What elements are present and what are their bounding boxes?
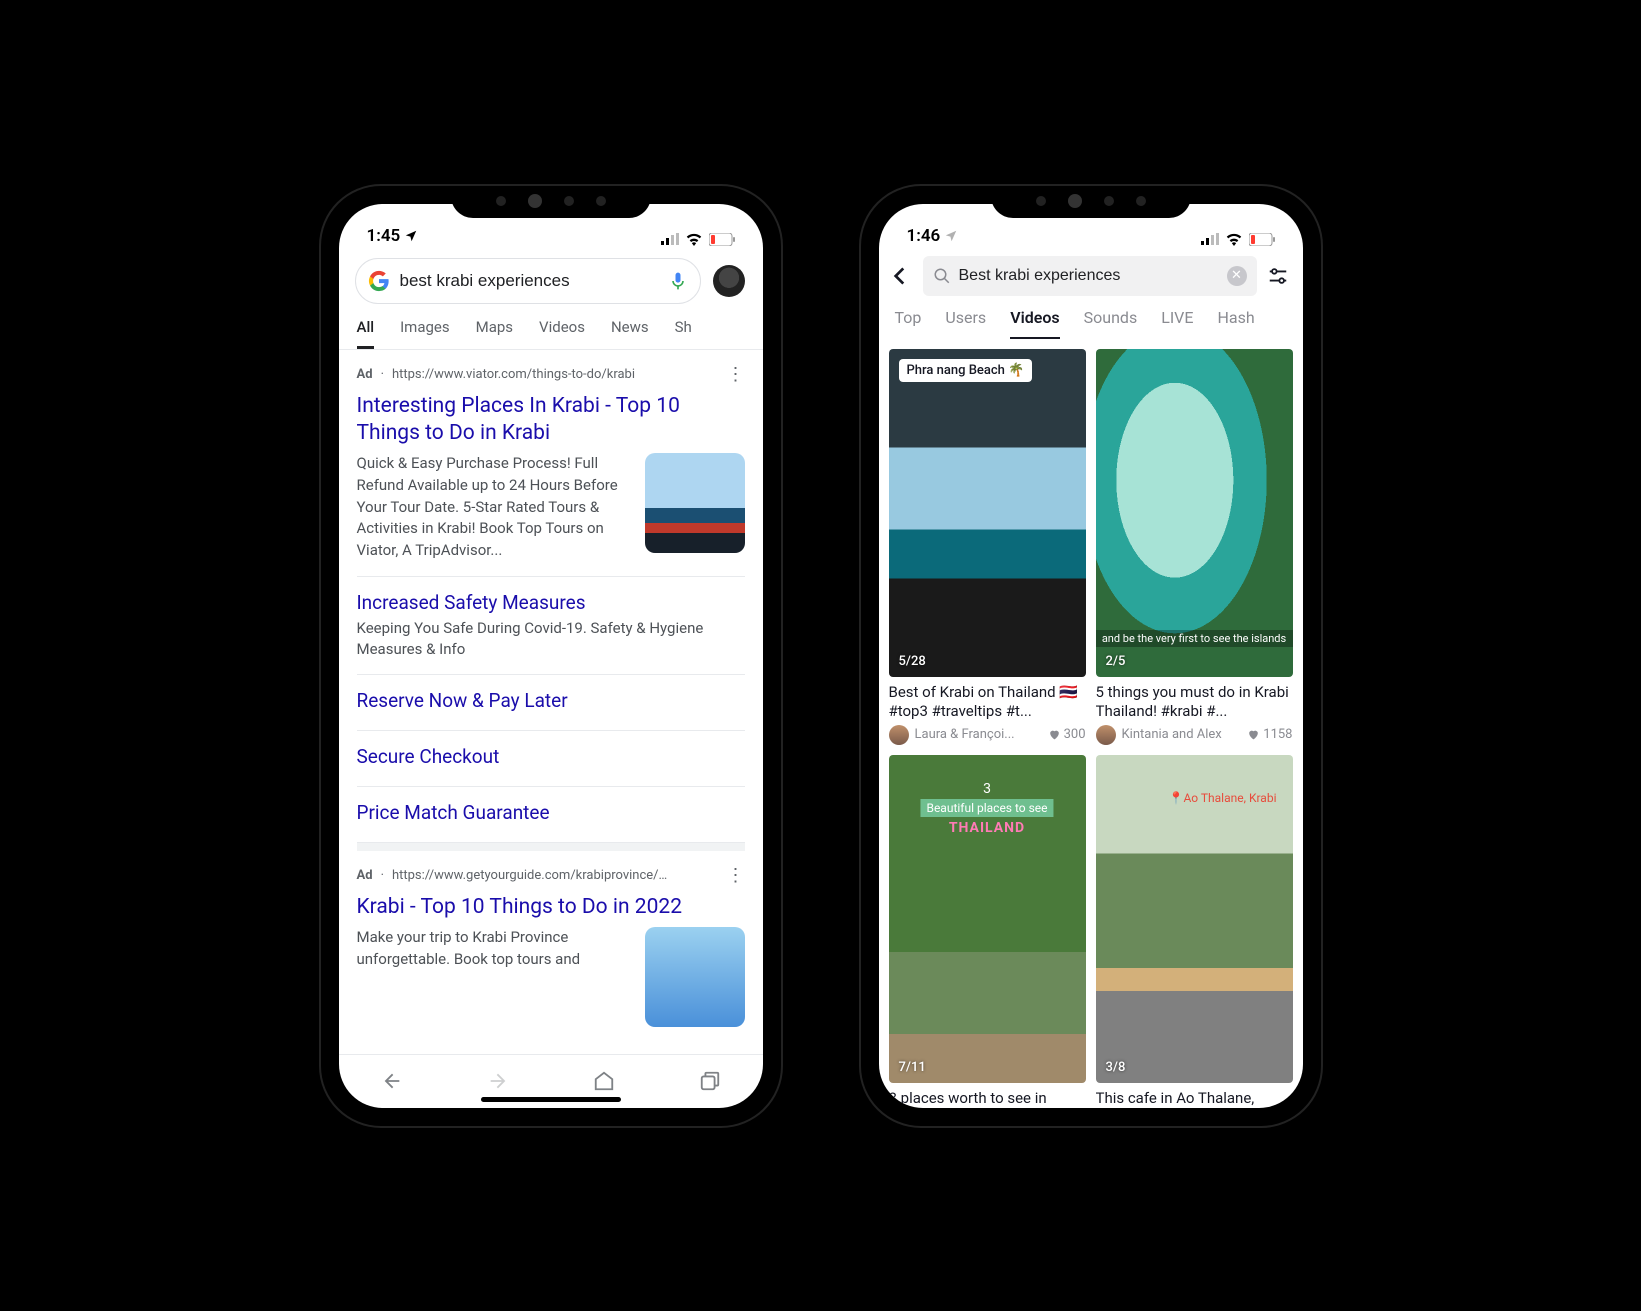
result-thumbnail[interactable] — [645, 453, 745, 553]
location-pin: 📍Ao Thalane, Krabi — [1169, 791, 1277, 805]
like-count[interactable]: 300 — [1048, 727, 1086, 742]
mic-icon[interactable] — [668, 271, 688, 291]
tiktok-phone-mockup: 1:46 ✕ Top Users Videos Sounds LIVE — [861, 186, 1321, 1126]
video-title: This cafe in Ao Thalane, — [1096, 1089, 1293, 1107]
video-title: 8 places worth to see in — [889, 1089, 1086, 1107]
back-chevron-icon[interactable] — [887, 263, 913, 289]
google-logo-icon — [368, 270, 390, 292]
tabs-icon[interactable] — [699, 1070, 721, 1092]
heart-icon — [1247, 728, 1260, 741]
google-phone-mockup: 1:45 All Images Maps Videos News Sh — [321, 186, 781, 1126]
tab-news[interactable]: News — [611, 318, 649, 349]
author-avatar[interactable] — [1096, 725, 1116, 745]
video-card[interactable]: 3 Beautiful places to see THAILAND 7/11 … — [889, 755, 1086, 1108]
tab-maps[interactable]: Maps — [476, 318, 513, 349]
more-icon[interactable]: ⋮ — [727, 865, 745, 886]
overlay-title: 3 Beautiful places to see THAILAND — [920, 781, 1053, 836]
author-name[interactable]: Kintania and Alex — [1122, 727, 1242, 742]
back-arrow-icon[interactable] — [381, 1070, 403, 1092]
sitelink[interactable]: Increased Safety Measures Keeping You Sa… — [357, 577, 745, 675]
location-arrow-icon — [404, 229, 418, 243]
result-title[interactable]: Interesting Places In Krabi - Top 10 Thi… — [357, 391, 745, 454]
battery-low-icon — [1249, 233, 1275, 246]
wifi-icon — [1225, 233, 1243, 246]
slide-count: 5/28 — [899, 654, 926, 669]
google-search-input[interactable] — [400, 271, 658, 291]
sitelink[interactable]: Price Match Guarantee — [357, 787, 745, 843]
slide-count: 7/11 — [899, 1060, 926, 1075]
status-bar: 1:45 — [339, 204, 763, 248]
video-card[interactable]: 📍Ao Thalane, Krabi 3/8 This cafe in Ao T… — [1096, 755, 1293, 1108]
sitelink-desc: Keeping You Safe During Covid-19. Safety… — [357, 618, 745, 660]
author-avatar[interactable] — [889, 725, 909, 745]
sitelink-title: Reserve Now & Pay Later — [357, 689, 745, 712]
status-time: 1:46 — [907, 226, 941, 246]
battery-low-icon — [709, 233, 735, 246]
sitelink-title: Price Match Guarantee — [357, 801, 745, 824]
author-name[interactable]: Laura & Françoi... — [915, 727, 1042, 742]
google-results: Ad · https://www.viator.com/things-to-do… — [339, 350, 763, 1054]
video-thumbnail[interactable]: 📍Ao Thalane, Krabi 3/8 — [1096, 755, 1293, 1083]
home-indicator[interactable] — [481, 1097, 621, 1102]
tab-users[interactable]: Users — [945, 308, 986, 339]
video-title: 5 things you must do in Krabi Thailand! … — [1096, 683, 1293, 721]
ad-label: Ad — [357, 367, 373, 382]
tab-hashtags[interactable]: Hash — [1217, 308, 1254, 339]
tiktok-video-grid: Phra nang Beach 🌴 5/28 Best of Krabi on … — [879, 339, 1303, 1108]
clear-search-icon[interactable]: ✕ — [1227, 266, 1247, 286]
result-snippet: Make your trip to Krabi Province unforge… — [357, 927, 633, 1027]
tiktok-search-input[interactable] — [959, 267, 1219, 285]
sitelink[interactable]: Secure Checkout — [357, 731, 745, 787]
tab-sounds[interactable]: Sounds — [1084, 308, 1138, 339]
result-url: https://www.viator.com/things-to-do/krab… — [392, 367, 635, 382]
video-thumbnail[interactable]: Phra nang Beach 🌴 5/28 — [889, 349, 1086, 677]
like-count[interactable]: 1158 — [1247, 727, 1292, 742]
slide-count: 2/5 — [1106, 654, 1126, 669]
signal-icon — [661, 233, 679, 245]
video-thumbnail[interactable]: and be the very first to see the islands… — [1096, 349, 1293, 677]
sitelink-title: Increased Safety Measures — [357, 591, 745, 614]
status-time: 1:45 — [367, 226, 401, 246]
signal-icon — [1201, 233, 1219, 245]
tab-videos[interactable]: Videos — [539, 318, 585, 349]
forward-arrow-icon[interactable] — [487, 1070, 509, 1092]
sitelink-title: Secure Checkout — [357, 745, 745, 768]
tab-images[interactable]: Images — [400, 318, 450, 349]
slide-count: 3/8 — [1106, 1060, 1126, 1075]
search-icon — [933, 267, 951, 285]
tiktok-search-bar[interactable]: ✕ — [923, 256, 1257, 296]
location-arrow-icon — [944, 229, 958, 243]
location-badge: Phra nang Beach 🌴 — [899, 359, 1033, 382]
filter-icon[interactable] — [1267, 265, 1289, 287]
result-title[interactable]: Krabi - Top 10 Things to Do in 2022 — [357, 892, 745, 927]
video-card[interactable]: and be the very first to see the islands… — [1096, 349, 1293, 745]
tab-all[interactable]: All — [357, 318, 375, 349]
video-thumbnail[interactable]: 3 Beautiful places to see THAILAND 7/11 — [889, 755, 1086, 1083]
tab-top[interactable]: Top — [895, 308, 922, 339]
home-icon[interactable] — [593, 1070, 615, 1092]
caption-overlay: and be the very first to see the islands — [1096, 630, 1293, 647]
result-thumbnail[interactable] — [645, 927, 745, 1027]
result-url: https://www.getyourguide.com/krabiprovin… — [392, 868, 672, 883]
tiktok-result-tabs: Top Users Videos Sounds LIVE Hash — [879, 302, 1303, 339]
tab-videos[interactable]: Videos — [1010, 308, 1059, 339]
status-bar: 1:46 — [879, 204, 1303, 248]
heart-icon — [1048, 728, 1061, 741]
more-icon[interactable]: ⋮ — [727, 364, 745, 385]
wifi-icon — [685, 233, 703, 246]
tab-live[interactable]: LIVE — [1161, 308, 1193, 339]
sitelink[interactable]: Reserve Now & Pay Later — [357, 675, 745, 731]
ad-label: Ad — [357, 868, 373, 883]
google-search-bar[interactable] — [355, 258, 701, 304]
google-result-tabs: All Images Maps Videos News Sh — [339, 312, 763, 350]
video-card[interactable]: Phra nang Beach 🌴 5/28 Best of Krabi on … — [889, 349, 1086, 745]
video-title: Best of Krabi on Thailand 🇹🇭 #top3 #trav… — [889, 683, 1086, 721]
tab-shopping[interactable]: Sh — [675, 318, 692, 349]
result-snippet: Quick & Easy Purchase Process! Full Refu… — [357, 453, 633, 562]
account-avatar[interactable] — [711, 263, 747, 299]
